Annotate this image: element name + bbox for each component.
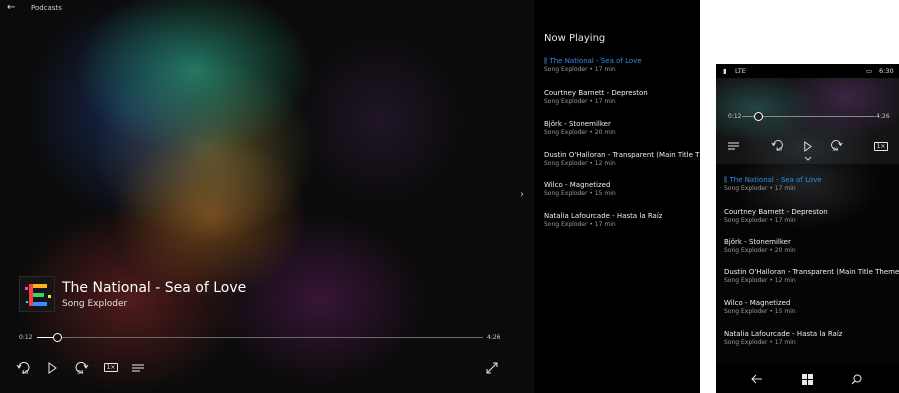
seek-bar[interactable] (37, 337, 483, 338)
queue-item-meta: Song Exploder • 15 min (724, 308, 796, 315)
skip-forward-seconds: 30 (77, 370, 83, 376)
skip-back-seconds: 10 (22, 370, 28, 376)
windows-logo-icon (801, 373, 813, 385)
full-screen-button[interactable] (485, 361, 499, 375)
expand-icon (486, 362, 498, 374)
collapse-panel-chevron-icon[interactable]: › (520, 189, 524, 201)
list-icon (132, 364, 144, 372)
phone-playback-rate-button[interactable]: 1× (873, 141, 889, 151)
phone-queue-item[interactable]: Courtney Barnett - Depreston Song Explod… (724, 208, 899, 225)
playback-rate-label: 1× (103, 363, 119, 372)
phone-queue-list: ⫼ The National - Sea of Love Song Explod… (716, 164, 899, 364)
podcasts-window: ← Podcasts — ☐ ✕ The National - Sea of L… (0, 0, 700, 393)
play-button[interactable] (45, 360, 59, 376)
queue-item[interactable]: Courtney Barnett - Depreston Song Explod… (544, 89, 700, 106)
phone-elapsed-time: 0:12 (728, 113, 742, 120)
queue-item-meta: Song Exploder • 17 min (544, 98, 616, 105)
phone-seek-thumb[interactable] (754, 112, 763, 121)
seek-thumb[interactable] (53, 333, 62, 342)
queue-item-meta: Song Exploder • 20 min (724, 247, 796, 254)
network-type: LTE (735, 67, 746, 75)
phone-start-button[interactable] (800, 372, 814, 386)
queue-item-meta: Song Exploder • 17 min (724, 185, 796, 192)
phone-nav-bar (716, 364, 899, 393)
skip-back-button[interactable]: 10 (15, 360, 33, 376)
album-art (19, 276, 55, 312)
phone-search-button[interactable] (849, 372, 863, 386)
skip-back-icon: 10 (771, 140, 783, 153)
queue-item[interactable]: Wilco - Magnetized Song Exploder • 15 mi… (544, 181, 700, 198)
back-arrow-icon[interactable]: ← (7, 2, 15, 14)
song-exploder-logo-icon (20, 277, 54, 311)
queue-item-meta: Song Exploder • 20 min (544, 129, 616, 136)
search-icon (851, 374, 861, 384)
phone-queue-item[interactable]: ⫼ The National - Sea of Love Song Explod… (724, 176, 899, 193)
queue-item-title: ⫼ The National - Sea of Love (544, 57, 700, 66)
queue-item-meta: Song Exploder • 17 min (544, 66, 616, 73)
queue-item[interactable]: Natalia Lafourcade - Hasta la Raíz Song … (544, 212, 700, 229)
queue-item[interactable]: ⫼ The National - Sea of Love Song Explod… (544, 57, 700, 74)
battery-icon: ▭ (866, 67, 873, 75)
phone-queue-item[interactable]: Dustin O'Halloran - Transparent (Main Ti… (724, 268, 899, 285)
queue-item-meta: Song Exploder • 17 min (724, 217, 796, 224)
play-icon (803, 140, 812, 152)
phone-queue-button[interactable] (727, 140, 740, 152)
skip-forward-icon: 30 (75, 361, 89, 376)
skip-forward-icon: 30 (831, 140, 843, 153)
clock: 6:30 (879, 67, 894, 75)
queue-item-title: Dustin O'Halloran - Transparent (Main Ti… (544, 151, 700, 159)
queue-item-meta: Song Exploder • 12 min (544, 160, 616, 167)
queue-item-title: Björk - Stonemilker (544, 120, 611, 128)
back-arrow-icon (751, 374, 762, 384)
queue-item-title: Wilco - Magnetized (724, 299, 791, 307)
skip-forward-seconds: 30 (832, 147, 838, 153)
app-title: Podcasts (31, 4, 62, 12)
queue-item-title: Wilco - Magnetized (544, 181, 611, 189)
phone-play-button[interactable] (802, 140, 812, 152)
queue-item-title: Natalia Lafourcade - Hasta la Raíz (544, 212, 663, 220)
skip-back-seconds: 10 (776, 147, 782, 153)
phone-player-header: 0:12 -4:26 10 30 1× (716, 78, 899, 164)
phone-queue-item[interactable]: Björk - Stonemilker Song Exploder • 20 m… (724, 238, 899, 255)
signal-icon: ▮ (723, 67, 727, 75)
skip-back-icon: 10 (16, 361, 30, 376)
queue-item-meta: Song Exploder • 17 min (544, 221, 616, 228)
play-icon (48, 362, 57, 374)
queue-item-meta: Song Exploder • 15 min (544, 190, 616, 197)
collapse-player-button[interactable] (802, 154, 814, 162)
list-icon (728, 142, 739, 150)
queue-item-title: Dustin O'Halloran - Transparent (Main Ti… (724, 268, 899, 276)
queue-item-title: Björk - Stonemilker (724, 238, 791, 246)
queue-item-meta: Song Exploder • 17 min (724, 339, 796, 346)
playback-rate-button[interactable]: 1× (103, 362, 119, 373)
queue-button[interactable] (131, 361, 145, 375)
track-artist: Song Exploder (62, 299, 128, 309)
queue-item-title: Courtney Barnett - Depreston (724, 208, 828, 216)
phone-queue-item[interactable]: Natalia Lafourcade - Hasta la Raíz Song … (724, 330, 899, 347)
queue-item-meta: Song Exploder • 12 min (724, 277, 796, 284)
queue-item-title: Courtney Barnett - Depreston (544, 89, 648, 97)
queue-item[interactable]: Dustin O'Halloran - Transparent (Main Ti… (544, 151, 700, 168)
queue-item-title-text: The National - Sea of Love (549, 57, 642, 65)
duration-time: 4:26 (487, 334, 501, 341)
status-bar: ▮ LTE ▭ 6:30 (716, 64, 899, 78)
track-title: The National - Sea of Love (62, 280, 247, 296)
phone-skip-back-button[interactable]: 10 (770, 138, 786, 153)
queue-item[interactable]: Björk - Stonemilker Song Exploder • 20 m… (544, 120, 700, 137)
album-backdrop (0, 0, 534, 393)
now-playing-panel: Now Playing ⫼ The National - Sea of Love… (534, 0, 700, 393)
playback-rate-label: 1× (873, 141, 889, 151)
phone-back-button[interactable] (750, 372, 764, 386)
phone-screen: ▮ LTE ▭ 6:30 0:12 -4:26 10 30 1× ⫼ The N… (716, 64, 899, 393)
skip-forward-button[interactable]: 30 (72, 360, 90, 376)
panel-heading: Now Playing (544, 33, 606, 44)
phone-skip-forward-button[interactable]: 30 (828, 138, 844, 153)
phone-remaining-time: -4:26 (874, 113, 890, 120)
chevron-down-icon (804, 156, 812, 161)
queue-item-title-text: The National - Sea of Love (729, 176, 822, 184)
queue-item-title: ⫼ The National - Sea of Love (724, 176, 899, 185)
phone-queue-item[interactable]: Wilco - Magnetized Song Exploder • 15 mi… (724, 299, 899, 316)
queue-item-title: Natalia Lafourcade - Hasta la Raíz (724, 330, 843, 338)
elapsed-time: 0:12 (19, 334, 33, 341)
